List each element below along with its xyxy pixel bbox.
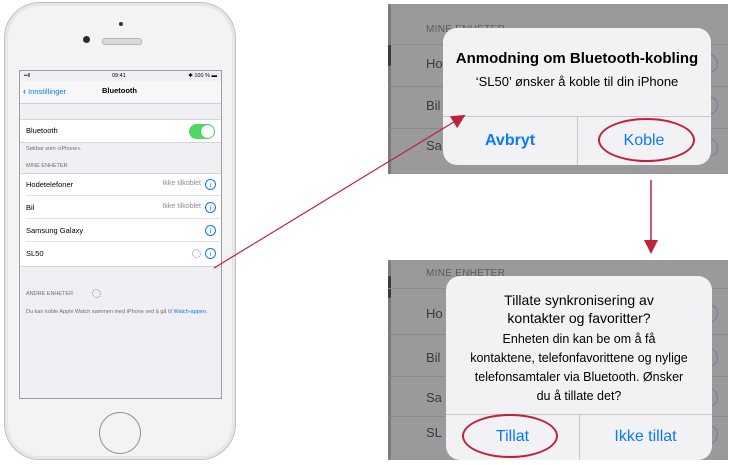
- arrow-to-pairing-alert: [213, 114, 466, 269]
- annotation-arrows: [213, 114, 658, 269]
